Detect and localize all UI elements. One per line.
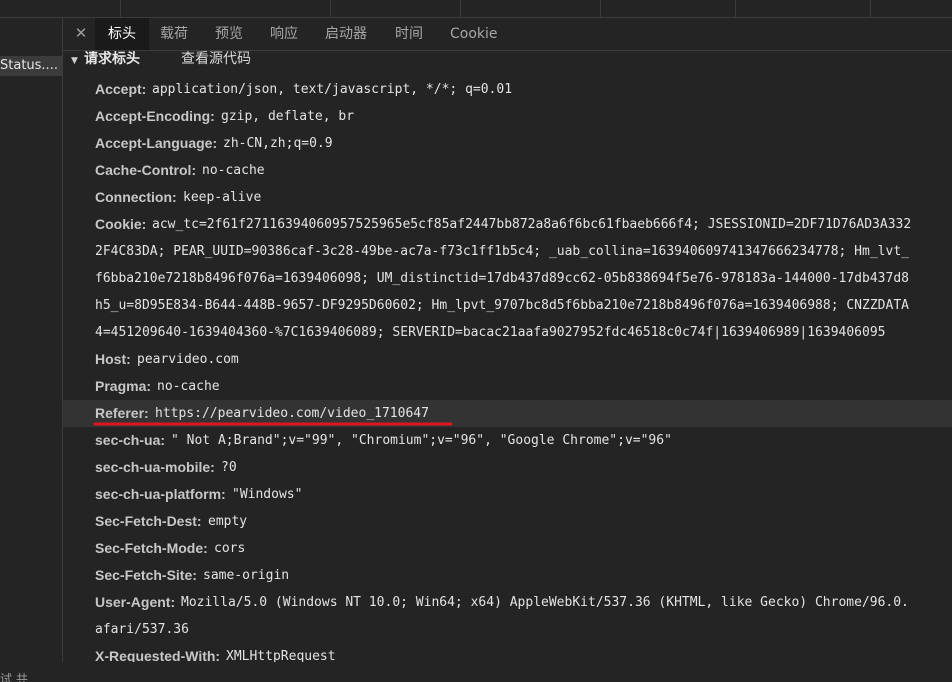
column-divider xyxy=(120,0,121,17)
header-value: application/json, text/javascript, */*; … xyxy=(152,82,513,97)
header-row: f6bba210e7218b8496f076a=1639406098; UM_d… xyxy=(63,265,952,292)
header-row: afari/537.36 xyxy=(63,616,952,643)
header-row: Sec-Fetch-Site: same-origin xyxy=(63,562,952,589)
column-divider xyxy=(330,0,331,17)
header-value-continuation: 2F4C83DA; PEAR_UUID=90386caf-3c28-49be-a… xyxy=(95,244,909,259)
header-row: X-Requested-With: XMLHttpRequest xyxy=(63,643,952,662)
header-name: Connection: xyxy=(95,189,177,205)
column-divider xyxy=(460,0,461,17)
header-value: zh-CN,zh;q=0.9 xyxy=(223,136,333,151)
header-row: sec-ch-ua-mobile: ?0 xyxy=(63,454,952,481)
header-value-continuation: 4=451209640-1639404360-%7C1639406089; SE… xyxy=(95,325,886,340)
header-row: Accept: application/json, text/javascript… xyxy=(63,76,952,103)
header-value: ?0 xyxy=(221,460,237,475)
header-value: Mozilla/5.0 (Windows NT 10.0; Win64; x64… xyxy=(181,595,909,610)
header-name: Accept-Language: xyxy=(95,135,218,151)
header-row: Cache-Control: no-cache xyxy=(63,157,952,184)
header-row: sec-ch-ua-platform: "Windows" xyxy=(63,481,952,508)
headers-panel: ▼ 请求标头 查看源代码 Accept: application/json, te… xyxy=(63,51,952,662)
header-name: X-Requested-With: xyxy=(95,648,221,662)
detail-tab-bar: ✕ 标头 载荷 预览 响应 启动器 时间 Cookie xyxy=(63,18,952,51)
tab-initiator[interactable]: 启动器 xyxy=(325,18,367,50)
header-row: Accept-Language: zh-CN,zh;q=0.9 xyxy=(63,130,952,157)
header-value: gzip, deflate, br xyxy=(221,109,355,124)
header-row: h5_u=8D95E834-B644-448B-9657-DF9295D6060… xyxy=(63,292,952,319)
header-name: Host: xyxy=(95,351,131,367)
header-value: pearvideo.com xyxy=(137,352,239,367)
header-row: Sec-Fetch-Mode: cors xyxy=(63,535,952,562)
header-name: User-Agent: xyxy=(95,594,176,610)
header-value: XMLHttpRequest xyxy=(226,649,336,662)
header-value-continuation: afari/537.36 xyxy=(95,622,189,637)
tab-cookies[interactable]: Cookie xyxy=(450,18,498,50)
annotation-underline xyxy=(93,422,453,426)
header-name: sec-ch-ua-mobile: xyxy=(95,459,215,475)
header-row: User-Agent: Mozilla/5.0 (Windows NT 10.0;… xyxy=(63,589,952,616)
header-value: same-origin xyxy=(203,568,290,583)
header-row: Cookie: acw_tc=2f61f27116394060957525965e… xyxy=(63,211,952,238)
header-name: Sec-Fetch-Site: xyxy=(95,567,197,583)
header-name: Accept-Encoding: xyxy=(95,108,215,124)
tab-headers[interactable]: 标头 xyxy=(95,18,149,50)
header-name: Cache-Control: xyxy=(95,162,197,178)
request-list-item[interactable]: Status.... xyxy=(0,56,62,76)
top-strip xyxy=(0,0,952,18)
header-row: Connection: keep-alive xyxy=(63,184,952,211)
header-value-continuation: f6bba210e7218b8496f076a=1639406098; UM_d… xyxy=(95,271,909,286)
header-value: no-cache xyxy=(157,379,220,394)
header-value: keep-alive xyxy=(183,190,262,205)
header-value: " Not A;Brand";v="99", "Chromium";v="96"… xyxy=(171,433,672,448)
header-name: Pragma: xyxy=(95,378,152,394)
header-name: Sec-Fetch-Mode: xyxy=(95,540,208,556)
header-value: empty xyxy=(208,514,248,529)
header-row: 2F4C83DA; PEAR_UUID=90386caf-3c28-49be-a… xyxy=(63,238,952,265)
header-name: Accept: xyxy=(95,81,147,97)
tab-response[interactable]: 响应 xyxy=(270,18,298,50)
column-divider xyxy=(870,0,871,17)
header-value: no-cache xyxy=(202,163,265,178)
view-source-link[interactable]: 查看源代码 xyxy=(181,51,251,68)
header-name: sec-ch-ua: xyxy=(95,432,166,448)
tab-preview[interactable]: 预览 xyxy=(215,18,243,50)
header-row: Host: pearvideo.com xyxy=(63,346,952,373)
column-divider xyxy=(735,0,736,17)
section-title: 请求标头 xyxy=(84,51,140,67)
tab-payload[interactable]: 载荷 xyxy=(160,18,188,50)
header-value: "Windows" xyxy=(232,487,303,502)
header-name: Cookie: xyxy=(95,216,147,232)
header-name: sec-ch-ua-platform: xyxy=(95,486,226,502)
header-row: Sec-Fetch-Dest: empty xyxy=(63,508,952,535)
tab-timing[interactable]: 时间 xyxy=(395,18,423,50)
header-value: acw_tc=2f61f27116394060957525965e5cf85af… xyxy=(152,217,912,232)
header-row: 4=451209640-1639404360-%7C1639406089; SE… xyxy=(63,319,952,346)
header-row: Accept-Encoding: gzip, deflate, br xyxy=(63,103,952,130)
header-value: cors xyxy=(214,541,246,556)
request-list-panel: Status.... 试 共 xyxy=(0,18,63,682)
header-row: Pragma: no-cache xyxy=(63,373,952,400)
column-divider xyxy=(600,0,601,17)
close-icon[interactable]: ✕ xyxy=(73,24,89,42)
collapse-triangle-icon[interactable]: ▼ xyxy=(71,52,78,70)
header-row: sec-ch-ua: " Not A;Brand";v="99", "Chromi… xyxy=(63,427,952,454)
header-value-continuation: h5_u=8D95E834-B644-448B-9657-DF9295D6060… xyxy=(95,298,909,313)
header-name: Sec-Fetch-Dest: xyxy=(95,513,202,529)
summary-text: 试 共 xyxy=(0,672,28,682)
request-headers-section[interactable]: ▼ 请求标头 查看源代码 xyxy=(63,51,952,69)
status-label: Status.... xyxy=(0,58,58,73)
